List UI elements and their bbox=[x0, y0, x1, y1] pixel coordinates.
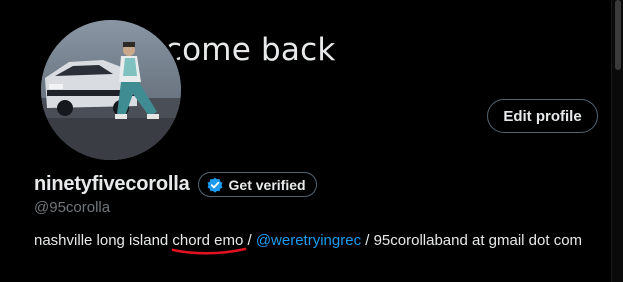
scrollbar-thumb[interactable] bbox=[615, 0, 621, 70]
bio-mention-link[interactable]: @weretryingrec bbox=[256, 232, 361, 249]
bio-highlight-wrap: chord emo bbox=[172, 231, 247, 255]
verified-badge-icon bbox=[207, 177, 223, 193]
avatar-photo bbox=[41, 20, 181, 160]
bio-text-1: nashville long island bbox=[34, 232, 173, 249]
bio-highlight: chord emo bbox=[172, 232, 244, 249]
profile-bio: nashville long island chord emo / @weret… bbox=[34, 231, 594, 255]
user-handle: @95corolla bbox=[34, 199, 111, 216]
scrollbar[interactable] bbox=[611, 0, 623, 282]
get-verified-label: Get verified bbox=[228, 176, 306, 193]
name-row: ninetyfivecorolla Get verified bbox=[34, 172, 317, 197]
get-verified-button[interactable]: Get verified bbox=[197, 172, 317, 197]
bio-text-2: / 95corollaband at gmail dot com bbox=[361, 232, 583, 249]
banner-rest-text: come back bbox=[154, 32, 336, 68]
edit-profile-button[interactable]: Edit profile bbox=[487, 99, 598, 133]
display-name: ninetyfivecorolla bbox=[34, 173, 190, 195]
avatar[interactable] bbox=[38, 17, 184, 163]
bio-separator: / bbox=[243, 232, 256, 249]
